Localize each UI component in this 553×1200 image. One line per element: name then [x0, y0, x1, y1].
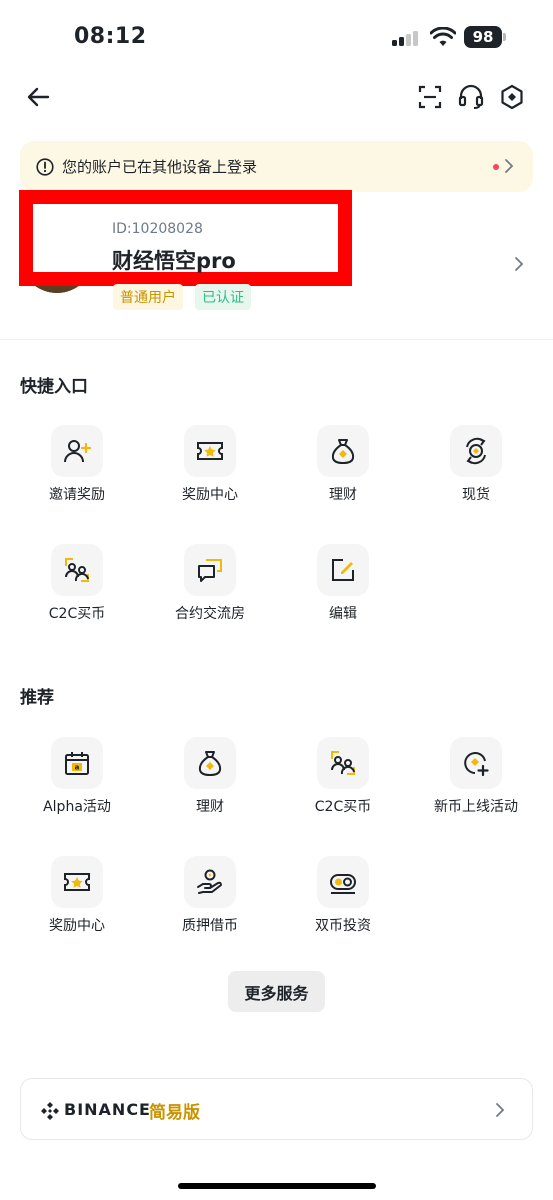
edit-icon — [317, 544, 369, 596]
grid-label: 理财 — [196, 799, 224, 815]
reward-ticket-icon — [184, 425, 236, 477]
more-services-button[interactable]: 更多服务 — [228, 971, 325, 1012]
quick-reward-center[interactable]: 奖励中心 — [144, 425, 276, 525]
rec-alpha-event[interactable]: a Alpha活动 — [11, 737, 143, 837]
rec-earn[interactable]: 理财 — [144, 737, 276, 837]
user-id: ID:10208028 — [112, 221, 203, 237]
loan-hand-icon — [184, 856, 236, 908]
quick-spot[interactable]: 现货 — [410, 425, 542, 525]
rec-reward-center[interactable]: 奖励中心 — [11, 856, 143, 956]
grid-label: 奖励中心 — [49, 918, 105, 934]
binance-logo-icon — [41, 1102, 59, 1120]
money-bag-icon — [184, 737, 236, 789]
settings-hexagon-icon[interactable] — [499, 84, 525, 110]
invite-user-icon — [51, 425, 103, 477]
cellular-signal-icon — [392, 30, 420, 46]
status-bar: 08:12 98 — [0, 0, 553, 70]
c2c-users-icon — [317, 737, 369, 789]
binance-wordmark: BINANCE — [64, 1100, 151, 1119]
rec-dual-investment[interactable]: 双币投资 — [277, 856, 409, 956]
grid-label: Alpha活动 — [43, 799, 111, 815]
grid-label: 双币投资 — [315, 918, 371, 934]
quick-edit[interactable]: 编辑 — [277, 544, 409, 644]
login-notice-banner[interactable]: 您的账户已在其他设备上登录 — [20, 141, 533, 192]
grid-label: 编辑 — [329, 606, 357, 622]
quick-earn[interactable]: 理财 — [277, 425, 409, 525]
quick-c2c-buy[interactable]: C2C买币 — [11, 544, 143, 644]
dual-coin-icon — [317, 856, 369, 908]
status-time: 08:12 — [74, 24, 147, 49]
quick-invite-reward[interactable]: 邀请奖励 — [11, 425, 143, 525]
money-bag-icon — [317, 425, 369, 477]
grid-label: 邀请奖励 — [49, 487, 105, 503]
battery-tip — [503, 33, 506, 41]
svg-text:a: a — [75, 764, 80, 772]
rec-new-listing[interactable]: 新币上线活动 — [410, 737, 542, 837]
reward-ticket-icon — [51, 856, 103, 908]
profile-chevron-right-icon[interactable] — [513, 255, 525, 273]
rec-c2c-buy[interactable]: C2C买币 — [277, 737, 409, 837]
home-indicator — [178, 1183, 376, 1189]
alpha-calendar-icon: a — [51, 737, 103, 789]
back-arrow-icon[interactable] — [24, 82, 54, 112]
grid-label: 现货 — [462, 487, 490, 503]
new-coin-icon — [450, 737, 502, 789]
grid-label: 奖励中心 — [182, 487, 238, 503]
notice-text: 您的账户已在其他设备上登录 — [62, 158, 258, 176]
verified-badge: 已认证 — [195, 284, 251, 310]
battery-level: 98 — [464, 26, 502, 48]
warning-icon — [36, 157, 54, 176]
chevron-right-icon — [505, 159, 514, 173]
grid-label: 新币上线活动 — [434, 799, 518, 815]
grid-label: 理财 — [329, 487, 357, 503]
chat-bubbles-icon — [184, 544, 236, 596]
quick-futures-chatroom[interactable]: 合约交流房 — [144, 544, 276, 644]
lite-version-label: 简易版 — [149, 1103, 200, 1123]
binance-lite-card[interactable]: BINANCE 简易版 — [20, 1078, 533, 1140]
recommended-title: 推荐 — [20, 688, 54, 708]
customer-service-icon[interactable] — [458, 84, 484, 110]
c2c-users-icon — [51, 544, 103, 596]
wifi-icon — [430, 27, 456, 46]
rec-crypto-loan[interactable]: 质押借币 — [144, 856, 276, 956]
username: 财经悟空pro — [112, 249, 236, 273]
chevron-right-icon — [496, 1103, 505, 1117]
section-divider — [0, 339, 553, 340]
spot-trade-icon — [450, 425, 502, 477]
grid-label: 质押借币 — [182, 918, 238, 934]
scan-icon[interactable] — [417, 84, 443, 110]
grid-label: 合约交流房 — [175, 606, 245, 622]
user-level-badge: 普通用户 — [113, 284, 183, 310]
grid-label: C2C买币 — [48, 606, 106, 622]
grid-label: C2C买币 — [314, 799, 372, 815]
unread-dot — [493, 164, 499, 170]
quick-access-title: 快捷入口 — [20, 377, 88, 397]
